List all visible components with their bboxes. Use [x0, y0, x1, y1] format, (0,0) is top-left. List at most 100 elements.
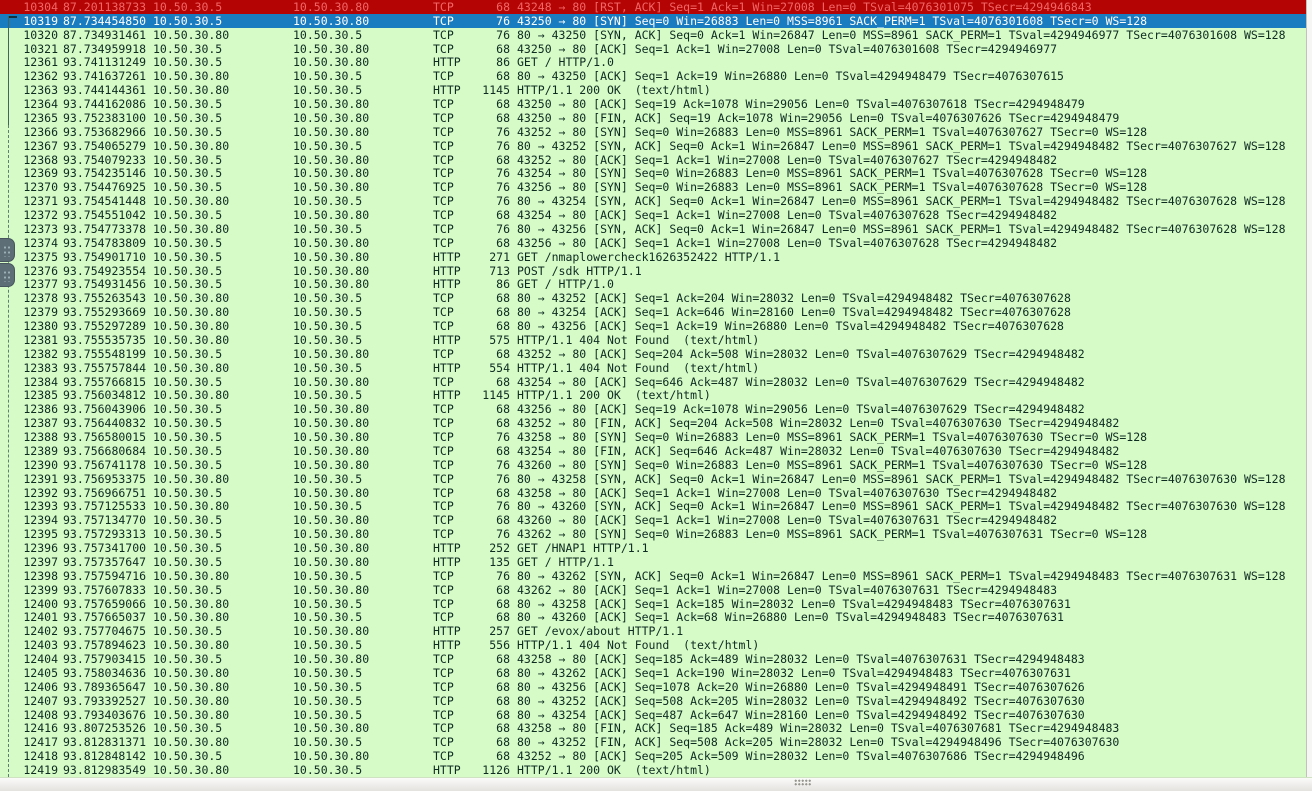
packet-row[interactable]: 1237493.75478380910.50.30.510.50.30.80TC… — [0, 236, 1306, 250]
packet-row[interactable]: 1031987.73445485010.50.30.510.50.30.80TC… — [0, 14, 1306, 28]
packet-row[interactable]: 1237993.75529366910.50.30.8010.50.30.5TC… — [0, 305, 1306, 319]
packet-row[interactable]: 1237893.75526354310.50.30.8010.50.30.5TC… — [0, 291, 1306, 305]
packet-row[interactable]: 1237693.75492355410.50.30.510.50.30.80HT… — [0, 264, 1306, 278]
packet-row[interactable]: 1032187.73495991810.50.30.510.50.30.80TC… — [0, 42, 1306, 56]
col-protocol: TCP — [433, 194, 473, 208]
col-length: 1145 — [473, 83, 510, 97]
packet-row[interactable]: 1236693.75368296610.50.30.510.50.30.80TC… — [0, 125, 1306, 139]
col-length: 135 — [473, 555, 510, 569]
packet-row[interactable]: 1236493.74416208610.50.30.510.50.30.80TC… — [0, 97, 1306, 111]
col-info: 80 → 43254 [SYN, ACK] Seq=0 Ack=1 Win=26… — [517, 194, 1306, 208]
col-info: 43258 → 80 [FIN, ACK] Seq=185 Ack=489 Wi… — [517, 721, 1306, 735]
col-time: 93.755263543 — [63, 291, 151, 305]
packet-row[interactable]: 1240393.75789462310.50.30.8010.50.30.5HT… — [0, 638, 1306, 652]
pane-grip-top[interactable] — [0, 238, 15, 262]
packet-row[interactable]: 1239593.75729331310.50.30.510.50.30.80TC… — [0, 527, 1306, 541]
packet-row[interactable]: 1241993.81298354910.50.30.8010.50.30.5HT… — [0, 763, 1306, 777]
col-length: 1145 — [473, 388, 510, 402]
packet-row[interactable]: 1238093.75529728910.50.30.8010.50.30.5TC… — [0, 319, 1306, 333]
col-destination: 10.50.30.5 — [293, 222, 431, 236]
packet-row[interactable]: 1238893.75658001510.50.30.510.50.30.80TC… — [0, 430, 1306, 444]
packet-row[interactable]: 1236393.74414436110.50.30.8010.50.30.5HT… — [0, 83, 1306, 97]
packet-list[interactable]: 1030487.20113873310.50.30.510.50.30.80TC… — [0, 0, 1306, 777]
packet-row[interactable]: 1238993.75668068410.50.30.510.50.30.80TC… — [0, 444, 1306, 458]
packet-row[interactable]: 1241793.81283137110.50.30.8010.50.30.5TC… — [0, 735, 1306, 749]
packet-row[interactable]: 1032087.73493146110.50.30.8010.50.30.5TC… — [0, 28, 1306, 42]
packet-row[interactable]: 1239493.75713477010.50.30.510.50.30.80TC… — [0, 513, 1306, 527]
col-source: 10.50.30.5 — [153, 180, 291, 194]
vertical-scrollbar[interactable] — [1306, 0, 1312, 791]
packet-row[interactable]: 1238693.75604390610.50.30.510.50.30.80TC… — [0, 402, 1306, 416]
packet-row[interactable]: 1240293.75770467510.50.30.510.50.30.80HT… — [0, 624, 1306, 638]
col-info: 80 → 43252 [ACK] Seq=508 Ack=205 Win=280… — [517, 694, 1306, 708]
col-length: 68 — [473, 721, 510, 735]
col-time: 93.744144361 — [63, 83, 151, 97]
col-source: 10.50.30.80 — [153, 69, 291, 83]
col-destination: 10.50.30.5 — [293, 139, 431, 153]
packet-row[interactable]: 1238793.75644083210.50.30.510.50.30.80TC… — [0, 416, 1306, 430]
packet-row[interactable]: 1240793.79339252710.50.30.8010.50.30.5TC… — [0, 694, 1306, 708]
packet-row[interactable]: 1237193.75454144810.50.30.8010.50.30.5TC… — [0, 194, 1306, 208]
packet-row[interactable]: 1240693.78936564710.50.30.8010.50.30.5TC… — [0, 680, 1306, 694]
packet-row[interactable]: 1238493.75576681510.50.30.510.50.30.80TC… — [0, 375, 1306, 389]
packet-row[interactable]: 1237093.75447692510.50.30.510.50.30.80TC… — [0, 180, 1306, 194]
packet-row[interactable]: 1240593.75803463610.50.30.8010.50.30.5TC… — [0, 666, 1306, 680]
packet-row[interactable]: 1241893.81284814210.50.30.510.50.30.80TC… — [0, 749, 1306, 763]
col-time: 93.744162086 — [63, 97, 151, 111]
packet-row[interactable]: 1236893.75407923310.50.30.510.50.30.80TC… — [0, 153, 1306, 167]
packet-row[interactable]: 1240093.75765906610.50.30.8010.50.30.5TC… — [0, 597, 1306, 611]
col-protocol: HTTP — [433, 83, 473, 97]
packet-row[interactable]: 1240193.75766503710.50.30.8010.50.30.5TC… — [0, 611, 1306, 625]
col-destination: 10.50.30.5 — [293, 28, 431, 42]
col-destination: 10.50.30.80 — [293, 236, 431, 250]
col-info: 43250 → 80 [SYN] Seq=0 Win=26883 Len=0 M… — [517, 14, 1306, 28]
packet-row[interactable]: 1236993.75423514610.50.30.510.50.30.80TC… — [0, 167, 1306, 181]
col-info: GET / HTTP/1.0 — [517, 55, 1306, 69]
packet-row[interactable]: 1240893.79340367610.50.30.8010.50.30.5TC… — [0, 708, 1306, 722]
col-length: 76 — [473, 472, 510, 486]
col-length: 68 — [473, 305, 510, 319]
col-info: 43252 → 80 [SYN] Seq=0 Win=26883 Len=0 M… — [517, 125, 1306, 139]
packet-row[interactable]: 1237793.75493145610.50.30.510.50.30.80HT… — [0, 278, 1306, 292]
packet-row[interactable]: 1236593.75238310010.50.30.510.50.30.80TC… — [0, 111, 1306, 125]
packet-row[interactable]: 1239193.75695337510.50.30.8010.50.30.5TC… — [0, 472, 1306, 486]
pane-grip-bottom[interactable] — [0, 263, 15, 287]
packet-row[interactable]: 1030487.20113873310.50.30.510.50.30.80TC… — [0, 0, 1306, 14]
col-info: 43254 → 80 [SYN] Seq=0 Win=26883 Len=0 M… — [517, 166, 1306, 180]
col-length: 68 — [473, 597, 510, 611]
packet-row[interactable]: 1240493.75790341510.50.30.510.50.30.80TC… — [0, 652, 1306, 666]
col-info: 80 → 43260 [SYN, ACK] Seq=0 Ack=1 Win=26… — [517, 499, 1306, 513]
col-source: 10.50.30.5 — [153, 513, 291, 527]
col-length: 68 — [473, 416, 510, 430]
packet-row[interactable]: 1239093.75674117810.50.30.510.50.30.80TC… — [0, 458, 1306, 472]
packet-row[interactable]: 1239393.75712553310.50.30.8010.50.30.5TC… — [0, 500, 1306, 514]
packet-row[interactable]: 1236793.75406527910.50.30.8010.50.30.5TC… — [0, 139, 1306, 153]
col-protocol: TCP — [433, 236, 473, 250]
packet-row[interactable]: 1239893.75759471610.50.30.8010.50.30.5TC… — [0, 569, 1306, 583]
packet-row[interactable]: 1239693.75734170010.50.30.510.50.30.80HT… — [0, 541, 1306, 555]
packet-row[interactable]: 1236293.74163726110.50.30.8010.50.30.5TC… — [0, 69, 1306, 83]
col-time: 93.754476925 — [63, 180, 151, 194]
col-length: 68 — [473, 69, 510, 83]
pane-splitter[interactable] — [0, 777, 1312, 791]
packet-row[interactable]: 1239293.75696675110.50.30.510.50.30.80TC… — [0, 486, 1306, 500]
packet-row[interactable]: 1237393.75477337810.50.30.8010.50.30.5TC… — [0, 222, 1306, 236]
col-info: 43252 → 80 [ACK] Seq=204 Ack=508 Win=280… — [517, 347, 1306, 361]
packet-row[interactable]: 1241693.80725352610.50.30.510.50.30.80TC… — [0, 722, 1306, 736]
col-destination: 10.50.30.80 — [293, 721, 431, 735]
col-destination: 10.50.30.5 — [293, 291, 431, 305]
packet-row[interactable]: 1239993.75760783310.50.30.510.50.30.80TC… — [0, 583, 1306, 597]
col-protocol: TCP — [433, 486, 473, 500]
packet-row[interactable]: 1238593.75603481210.50.30.8010.50.30.5HT… — [0, 389, 1306, 403]
packet-row[interactable]: 1237593.75490171010.50.30.510.50.30.80HT… — [0, 250, 1306, 264]
packet-row[interactable]: 1238193.75553573510.50.30.8010.50.30.5HT… — [0, 333, 1306, 347]
packet-row[interactable]: 1237293.75455104210.50.30.510.50.30.80TC… — [0, 208, 1306, 222]
packet-row[interactable]: 1238293.75554819910.50.30.510.50.30.80TC… — [0, 347, 1306, 361]
col-destination: 10.50.30.5 — [293, 194, 431, 208]
col-protocol: HTTP — [433, 250, 473, 264]
packet-row[interactable]: 1236193.74113124910.50.30.510.50.30.80HT… — [0, 56, 1306, 70]
packet-row[interactable]: 1238393.75575784410.50.30.8010.50.30.5HT… — [0, 361, 1306, 375]
col-destination: 10.50.30.80 — [293, 444, 431, 458]
col-protocol: TCP — [433, 0, 473, 14]
packet-row[interactable]: 1239793.75735764710.50.30.510.50.30.80HT… — [0, 555, 1306, 569]
